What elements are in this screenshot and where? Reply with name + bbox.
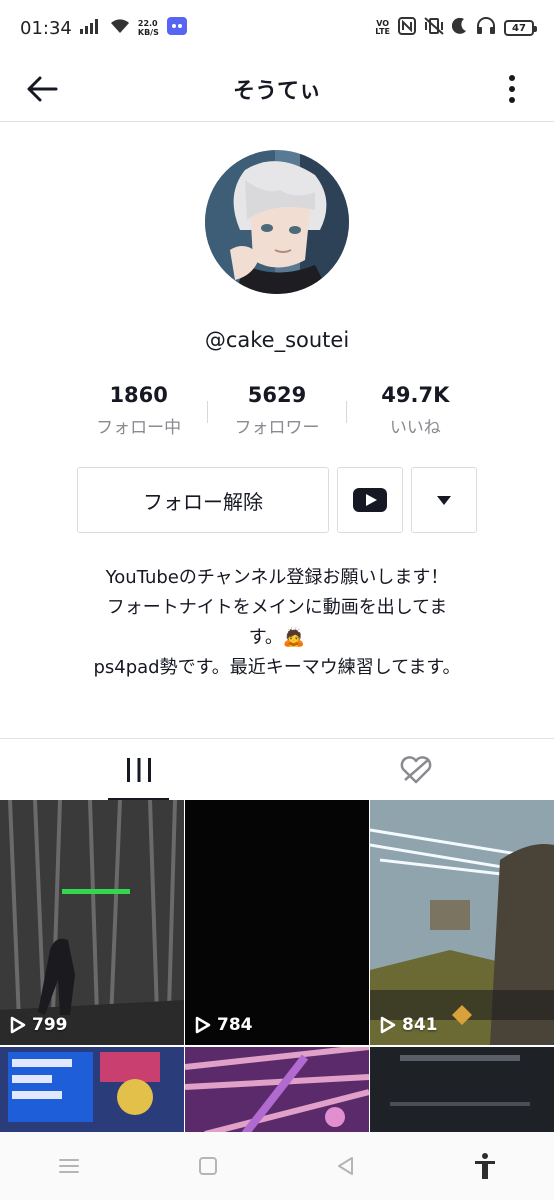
youtube-icon [353,488,387,512]
menu-icon [59,1159,80,1173]
moon-icon [451,17,468,40]
more-options-button[interactable] [492,69,532,109]
signal-icon [79,18,102,39]
system-nav-bar [0,1132,554,1200]
discord-icon [166,16,187,40]
video-thumbnail-image [185,800,369,1045]
video-thumbnail[interactable] [0,1047,184,1132]
followers-stat[interactable]: 5629 フォロワー [208,383,345,438]
home-nav-button[interactable] [178,1141,238,1191]
bio-line: す。🙇 [248,627,306,648]
tab-liked[interactable] [277,739,554,800]
avatar[interactable] [205,150,349,294]
view-count: 784 [195,1015,253,1035]
headphones-icon [476,16,496,40]
tab-videos[interactable] [0,739,277,800]
suggestions-dropdown-button[interactable] [411,467,477,533]
video-thumbnail[interactable]: 799 [0,800,184,1045]
view-count: 841 [380,1015,438,1035]
video-thumbnail-image [370,800,554,1045]
followers-count: 5629 [247,383,307,407]
video-thumbnail[interactable] [370,1047,554,1132]
following-count: 1860 [109,383,168,407]
more-vertical-icon [509,75,515,103]
likes-count: 49.7K [381,383,450,407]
profile-stats: 1860 フォロー中 5629 フォロワー 49.7K いいね [70,383,484,447]
accessibility-nav-button[interactable] [455,1141,515,1191]
view-count: 799 [10,1015,68,1035]
avatar-image [205,150,349,294]
video-thumbnail-image [185,1047,369,1132]
following-stat[interactable]: 1860 フォロー中 [70,383,207,438]
heart-locked-icon [400,755,431,783]
video-thumbnail[interactable] [185,1047,369,1132]
play-icon [380,1016,396,1034]
caret-down-icon [437,495,451,505]
grid-icon [126,757,151,782]
battery-indicator: 47 [504,20,537,36]
likes-label: いいね [389,418,441,438]
likes-stat[interactable]: 49.7K いいね [347,383,484,438]
video-thumbnail[interactable]: 784 [185,800,369,1045]
content-tabs [0,738,554,800]
following-label: フォロー中 [96,418,182,438]
unfollow-button[interactable]: フォロー解除 [77,467,329,533]
back-arrow-icon [27,76,58,102]
profile-header: そうてぃ [0,56,554,122]
video-thumbnail-image [370,1047,554,1132]
video-thumbnail[interactable]: 841 [370,800,554,1045]
home-square-icon [198,1157,217,1175]
followers-label: フォロワー [234,418,320,438]
video-grid: 799 784 841 [0,800,554,1132]
status-time: 01:34 [20,17,72,39]
vibrate-off-icon [424,16,444,40]
username: @cake_soutei [204,328,350,352]
back-triangle-icon [338,1157,354,1175]
play-icon [195,1016,211,1034]
bio-line: YouTubeのチャンネル登録お願いします！ [105,567,449,588]
wifi-icon [110,18,130,39]
accessibility-icon [474,1153,495,1179]
video-thumbnail-image [0,800,184,1045]
play-icon [10,1016,26,1034]
nfc-icon [398,16,416,40]
status-bar: 01:34 22.0 KB/S VO LTE 47 [0,0,554,56]
back-button[interactable] [22,69,62,109]
profile-bio: YouTubeのチャンネル登録お願いします！ フォートナイトをメインに動画を出し… [40,563,514,683]
menu-nav-button[interactable] [39,1141,99,1191]
bio-line: ps4pad勢です。最近キーマウ練習してます。 [93,657,461,678]
youtube-button[interactable] [337,467,403,533]
volte-indicator: VO LTE [375,19,390,36]
back-nav-button[interactable] [316,1141,376,1191]
video-thumbnail-image [0,1047,184,1132]
profile-actions: フォロー解除 [77,467,477,533]
page-title: そうてぃ [232,78,321,104]
bio-line: フォートナイトをメインに動画を出してま [106,597,448,618]
net-speed: 22.0 KB/S [137,19,159,37]
